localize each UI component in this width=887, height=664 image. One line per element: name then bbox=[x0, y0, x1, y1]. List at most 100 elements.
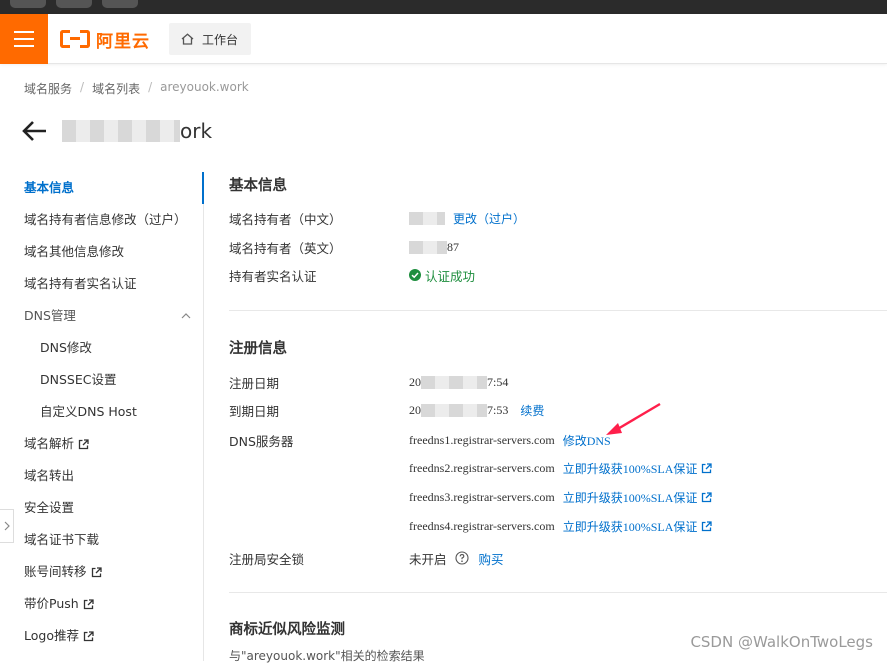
chevron-right-icon bbox=[4, 521, 10, 531]
registry-lock-row: 注册局安全锁 未开启 购买 bbox=[229, 548, 504, 568]
home-icon bbox=[181, 33, 194, 45]
upgrade-sla-text: 立即升级获100%SLA保证 bbox=[563, 460, 698, 477]
external-link-icon bbox=[701, 463, 712, 474]
nav-label: DNS管理 bbox=[24, 300, 76, 332]
section-title-trademark: 商标近似风险监测 bbox=[229, 618, 345, 639]
nav-label: 域名转出 bbox=[24, 460, 74, 492]
nav-other-info[interactable]: 域名其他信息修改 bbox=[0, 236, 203, 268]
nav-label: 域名解析 bbox=[24, 428, 74, 460]
upgrade-sla-link[interactable]: 立即升级获100%SLA保证 bbox=[563, 518, 713, 535]
dns-server-3: freedns3.registrar-servers.com bbox=[409, 490, 555, 505]
external-link-icon bbox=[83, 599, 94, 610]
page-title-row: ork bbox=[22, 116, 212, 146]
dns-server-1: freedns1.registrar-servers.com bbox=[409, 433, 555, 448]
external-link-icon bbox=[83, 631, 94, 642]
annotation-arrow bbox=[600, 400, 666, 440]
menu-button[interactable] bbox=[0, 14, 48, 64]
nav-realname-verify[interactable]: 域名持有者实名认证 bbox=[0, 268, 203, 300]
aliyun-logo[interactable]: 阿里云 bbox=[60, 27, 150, 51]
upgrade-sla-link[interactable]: 立即升级获100%SLA保证 bbox=[563, 489, 713, 506]
nav-label: 域名其他信息修改 bbox=[24, 236, 124, 268]
upgrade-sla-text: 立即升级获100%SLA保证 bbox=[563, 518, 698, 535]
nav-security-settings[interactable]: 安全设置 bbox=[0, 492, 203, 524]
redacted-holder-cn bbox=[409, 212, 445, 225]
dns-row-3: freedns3.registrar-servers.com 立即升级获100%… bbox=[229, 487, 712, 507]
nav-label: DNS修改 bbox=[40, 332, 92, 364]
exp-date-row: 到期日期 20 7:53 续费 bbox=[229, 400, 544, 420]
nav-dns-modify[interactable]: DNS修改 bbox=[0, 332, 203, 364]
section-divider bbox=[229, 310, 887, 311]
main-content: 基本信息 域名持有者（中文） 更改（过户） 域名持有者（英文） 87 持有者实名… bbox=[229, 0, 887, 661]
breadcrumb-domain-service[interactable]: 域名服务 bbox=[24, 80, 72, 97]
holder-transfer-link[interactable]: 更改（过户） bbox=[453, 210, 525, 227]
redacted-title-block bbox=[62, 120, 180, 142]
dns-label: DNS服务器 bbox=[229, 431, 409, 450]
chevron-up-icon bbox=[181, 312, 191, 319]
upgrade-sla-link[interactable]: 立即升级获100%SLA保证 bbox=[563, 460, 713, 477]
nav-label: 安全设置 bbox=[24, 492, 74, 524]
renew-link[interactable]: 续费 bbox=[520, 402, 544, 419]
logo-text: 阿里云 bbox=[96, 27, 150, 52]
external-link-icon bbox=[91, 567, 102, 578]
browser-tab[interactable] bbox=[56, 0, 92, 8]
dns-row-2: freedns2.registrar-servers.com 立即升级获100%… bbox=[229, 458, 712, 478]
breadcrumb-domain-list[interactable]: 域名列表 bbox=[92, 80, 140, 97]
nav-label: 账号间转移 bbox=[24, 556, 87, 588]
reg-date-prefix: 20 bbox=[409, 375, 421, 390]
holder-en-row: 域名持有者（英文） 87 bbox=[229, 237, 459, 257]
aliyun-logo-icon bbox=[60, 30, 90, 48]
back-arrow-icon[interactable] bbox=[22, 120, 48, 142]
buy-lock-link[interactable]: 购买 bbox=[479, 549, 504, 568]
breadcrumb: 域名服务 / 域名列表 / areyouok.work bbox=[24, 80, 249, 97]
exp-date-prefix: 20 bbox=[409, 403, 421, 418]
hamburger-icon bbox=[14, 31, 34, 33]
dns-server-4: freedns4.registrar-servers.com bbox=[409, 519, 555, 534]
section-title-registration: 注册信息 bbox=[229, 337, 287, 358]
exp-date-label: 到期日期 bbox=[229, 401, 409, 420]
nav-cert-download[interactable]: 域名证书下载 bbox=[0, 524, 203, 556]
nav-holder-transfer[interactable]: 域名持有者信息修改（过户） bbox=[0, 204, 203, 236]
holder-en-label: 域名持有者（英文） bbox=[229, 238, 409, 257]
verify-row: 持有者实名认证 认证成功 bbox=[229, 265, 475, 285]
nav-dns-management[interactable]: DNS管理 bbox=[0, 300, 203, 332]
external-link-icon bbox=[78, 439, 89, 450]
registry-lock-status: 未开启 bbox=[409, 549, 447, 568]
hamburger-icon-bar bbox=[14, 45, 34, 47]
dns-row-4: freedns4.registrar-servers.com 立即升级获100%… bbox=[229, 516, 712, 536]
nav-label: 域名持有者信息修改（过户） bbox=[24, 204, 187, 236]
verify-label: 持有者实名认证 bbox=[229, 266, 409, 285]
external-link-icon bbox=[701, 492, 712, 503]
reg-date-suffix: 7:54 bbox=[487, 375, 508, 390]
dns-server-2: freedns2.registrar-servers.com bbox=[409, 461, 555, 476]
check-circle-icon bbox=[409, 269, 421, 281]
external-link-icon bbox=[701, 521, 712, 532]
reg-date-row: 注册日期 20 7:54 bbox=[229, 372, 508, 392]
nav-dnssec[interactable]: DNSSEC设置 bbox=[0, 364, 203, 396]
nav-label: 自定义DNS Host bbox=[40, 396, 137, 428]
help-icon[interactable] bbox=[455, 551, 469, 565]
holder-en-value: 87 bbox=[447, 240, 459, 255]
section-divider bbox=[229, 592, 887, 593]
side-navigation: 基本信息 域名持有者信息修改（过户） 域名其他信息修改 域名持有者实名认证 DN… bbox=[0, 172, 204, 661]
redacted-reg-date bbox=[421, 376, 487, 389]
breadcrumb-separator: / bbox=[80, 80, 84, 97]
nav-basic-info[interactable]: 基本信息 bbox=[0, 172, 203, 204]
nav-logo-recommend[interactable]: Logo推荐 bbox=[0, 620, 203, 652]
nav-account-transfer[interactable]: 账号间转移 bbox=[0, 556, 203, 588]
nav-label: 域名持有者实名认证 bbox=[24, 268, 137, 300]
registry-lock-label: 注册局安全锁 bbox=[229, 549, 409, 568]
dns-row-1: DNS服务器 freedns1.registrar-servers.com 修改… bbox=[229, 430, 611, 450]
trademark-subtitle: 与"areyouok.work"相关的检索结果 bbox=[229, 647, 425, 664]
redacted-holder-en bbox=[409, 241, 447, 254]
nav-dns-resolve[interactable]: 域名解析 bbox=[0, 428, 203, 460]
sidebar-collapse-handle[interactable] bbox=[0, 509, 14, 543]
nav-domain-transfer-out[interactable]: 域名转出 bbox=[0, 460, 203, 492]
csdn-watermark: CSDN @WalkOnTwoLegs bbox=[690, 633, 873, 651]
upgrade-sla-text: 立即升级获100%SLA保证 bbox=[563, 489, 698, 506]
verify-status: 认证成功 bbox=[409, 266, 475, 285]
nav-custom-dns-host[interactable]: 自定义DNS Host bbox=[0, 396, 203, 428]
verify-status-text: 认证成功 bbox=[425, 266, 475, 285]
browser-tab[interactable] bbox=[102, 0, 138, 8]
browser-tab[interactable] bbox=[10, 0, 46, 8]
nav-priced-push[interactable]: 带价Push bbox=[0, 588, 203, 620]
